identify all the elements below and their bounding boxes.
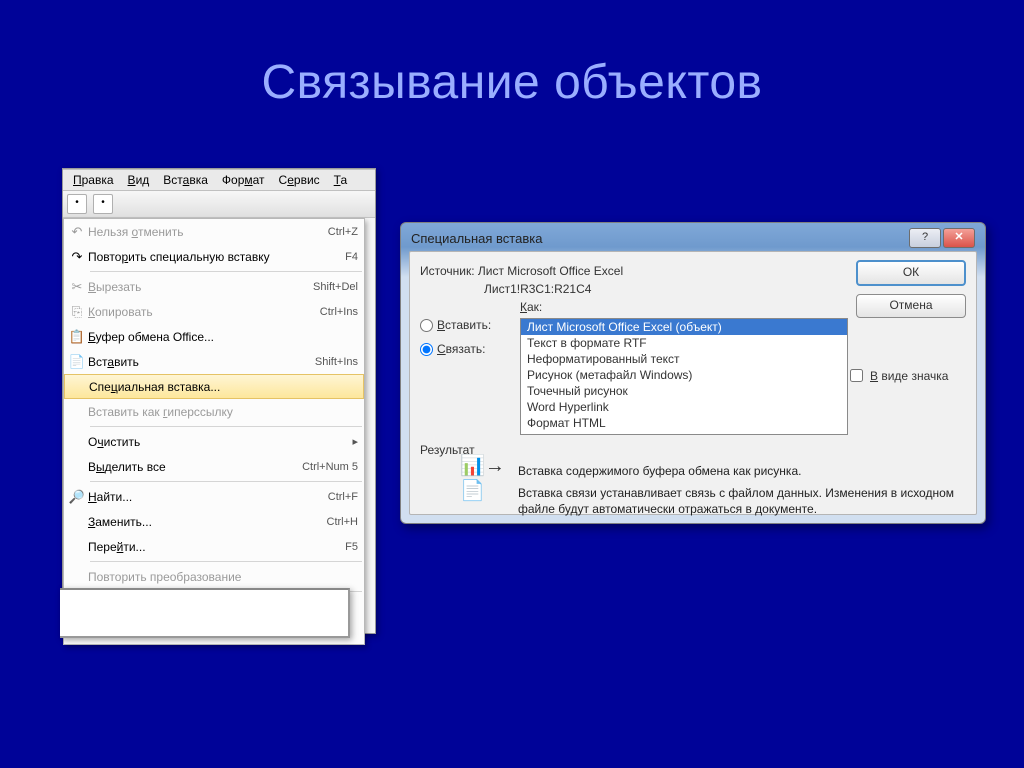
menu-shortcut: Shift+Del [305, 281, 358, 293]
ok-button[interactable]: ОК [856, 260, 966, 286]
menu-shortcut: Ctrl+Z [320, 226, 358, 238]
edit-menu-panel: ПравкаВидВставкаФорматСервисТа • • ↶Нель… [62, 168, 376, 634]
menu-row[interactable]: Специальная вставка... [64, 374, 364, 399]
redo-icon: ↷ [66, 249, 88, 265]
menu-label: Выделить все [88, 460, 294, 474]
list-option[interactable]: Текст в формате RTF [521, 335, 847, 351]
menu-label: Нельзя отменить [88, 225, 320, 239]
menu-label: Очистить [88, 435, 344, 449]
copy-icon: ⎘ [66, 304, 88, 320]
menu-item[interactable]: Вид [122, 172, 156, 188]
toolbar-button[interactable]: • [67, 194, 87, 214]
menu-row[interactable]: Очистить▸ [64, 429, 364, 454]
dialog-body: Источник: Лист Microsoft Office Excel Ли… [409, 251, 977, 515]
toolbar-button[interactable]: • [93, 194, 113, 214]
toolbar: • • [63, 191, 375, 218]
list-option[interactable]: Формат HTML [521, 415, 847, 431]
menu-shortcut: F5 [337, 541, 358, 553]
menu-row: ✂ВырезатьShift+Del [64, 274, 364, 299]
menu-label: Вставить как гиперссылку [88, 405, 350, 419]
menu-item[interactable]: Сервис [273, 172, 326, 188]
list-option[interactable]: Лист Microsoft Office Excel (объект) [521, 319, 847, 335]
menu-label: Вставить [88, 355, 307, 369]
undo-icon: ↶ [66, 224, 88, 240]
menu-separator [90, 271, 362, 272]
dialog-title: Специальная вставка [411, 231, 907, 246]
menu-shortcut: Ctrl+Num 5 [294, 461, 358, 473]
menu-shortcut: F4 [337, 251, 358, 263]
source-label: Источник: Лист Microsoft Office Excel [420, 264, 848, 278]
menu-separator [90, 426, 362, 427]
menu-label: Перейти... [88, 540, 337, 554]
menu-shortcut: Ctrl+F [320, 491, 358, 503]
list-option[interactable]: Word Hyperlink [521, 399, 847, 415]
menu-row[interactable]: Перейти...F5 [64, 534, 364, 559]
menu-shortcut: Ctrl+Ins [312, 306, 358, 318]
menu-row[interactable]: Заменить...Ctrl+H [64, 509, 364, 534]
menu-separator [90, 561, 362, 562]
menu-row: Повторить преобразование [64, 564, 364, 589]
menu-separator [90, 481, 362, 482]
find-icon: 🔎 [66, 489, 88, 505]
menu-row: ⎘КопироватьCtrl+Ins [64, 299, 364, 324]
dialog-buttons: ОК Отмена В виде значка [856, 260, 966, 435]
menu-label: Найти... [88, 490, 320, 504]
edit-dropdown: ↶Нельзя отменитьCtrl+Z↷Повторить специал… [63, 218, 365, 645]
result-icon: 📊→📄 [460, 463, 506, 493]
menu-label: Вырезать [88, 280, 305, 294]
menu-item[interactable]: Формат [216, 172, 271, 188]
menu-row[interactable]: 🔎Найти...Ctrl+F [64, 484, 364, 509]
help-button[interactable]: ? [909, 228, 941, 248]
as-icon-checkbox[interactable]: В виде значка [846, 366, 956, 385]
cancel-button[interactable]: Отмена [856, 294, 966, 318]
cut-icon: ✂ [66, 279, 88, 295]
menu-label: Повторить преобразование [88, 570, 350, 584]
menu-shortcut: Ctrl+H [319, 516, 358, 528]
menu-label: Повторить специальную вставку [88, 250, 337, 264]
menu-row: Вставить как гиперссылку [64, 399, 364, 424]
menu-label: Заменить... [88, 515, 319, 529]
menu-label: Буфер обмена Office... [88, 330, 350, 344]
menu-item[interactable]: Вставка [157, 172, 214, 188]
menu-item[interactable]: Правка [67, 172, 120, 188]
list-option[interactable]: Рисунок (метафайл Windows) [521, 367, 847, 383]
menu-item[interactable]: Та [328, 172, 353, 188]
result-section: Результат 📊→📄 Вставка содержимого буфера… [420, 443, 966, 518]
slide-title: Связывание объектов [0, 0, 1024, 110]
menu-row[interactable]: 📋Буфер обмена Office... [64, 324, 364, 349]
menu-row[interactable]: ↷Повторить специальную вставкуF4 [64, 244, 364, 269]
document-edge [60, 588, 350, 638]
menu-label: Копировать [88, 305, 312, 319]
result-text: Вставка содержимого буфера обмена как ри… [518, 463, 966, 518]
insert-radio[interactable]: Вставить: [420, 318, 510, 332]
menu-row: ↶Нельзя отменитьCtrl+Z [64, 219, 364, 244]
list-option[interactable]: Точечный рисунок [521, 383, 847, 399]
list-option[interactable]: Неформатированный текст [521, 351, 847, 367]
format-listbox[interactable]: Лист Microsoft Office Excel (объект)Текс… [520, 318, 848, 435]
menu-row[interactable]: Выделить всеCtrl+Num 5 [64, 454, 364, 479]
menu-shortcut: Shift+Ins [307, 356, 358, 368]
as-label: Как: [420, 300, 848, 314]
paste-mode-group: Вставить: Связать: [420, 318, 510, 435]
source-range: Лист1!R3C1:R21C4 [420, 282, 848, 296]
clipboard-icon: 📋 [66, 329, 88, 345]
link-radio[interactable]: Связать: [420, 342, 510, 356]
menubar: ПравкаВидВставкаФорматСервисТа [63, 169, 375, 191]
dialog-titlebar: Специальная вставка ? ✕ [411, 227, 975, 249]
paste-icon: 📄 [66, 354, 88, 370]
menu-label: Специальная вставка... [89, 380, 349, 394]
menu-row[interactable]: 📄ВставитьShift+Ins [64, 349, 364, 374]
paste-special-dialog: Специальная вставка ? ✕ Источник: Лист M… [400, 222, 986, 524]
menu-shortcut: ▸ [344, 435, 358, 448]
close-button[interactable]: ✕ [943, 228, 975, 248]
